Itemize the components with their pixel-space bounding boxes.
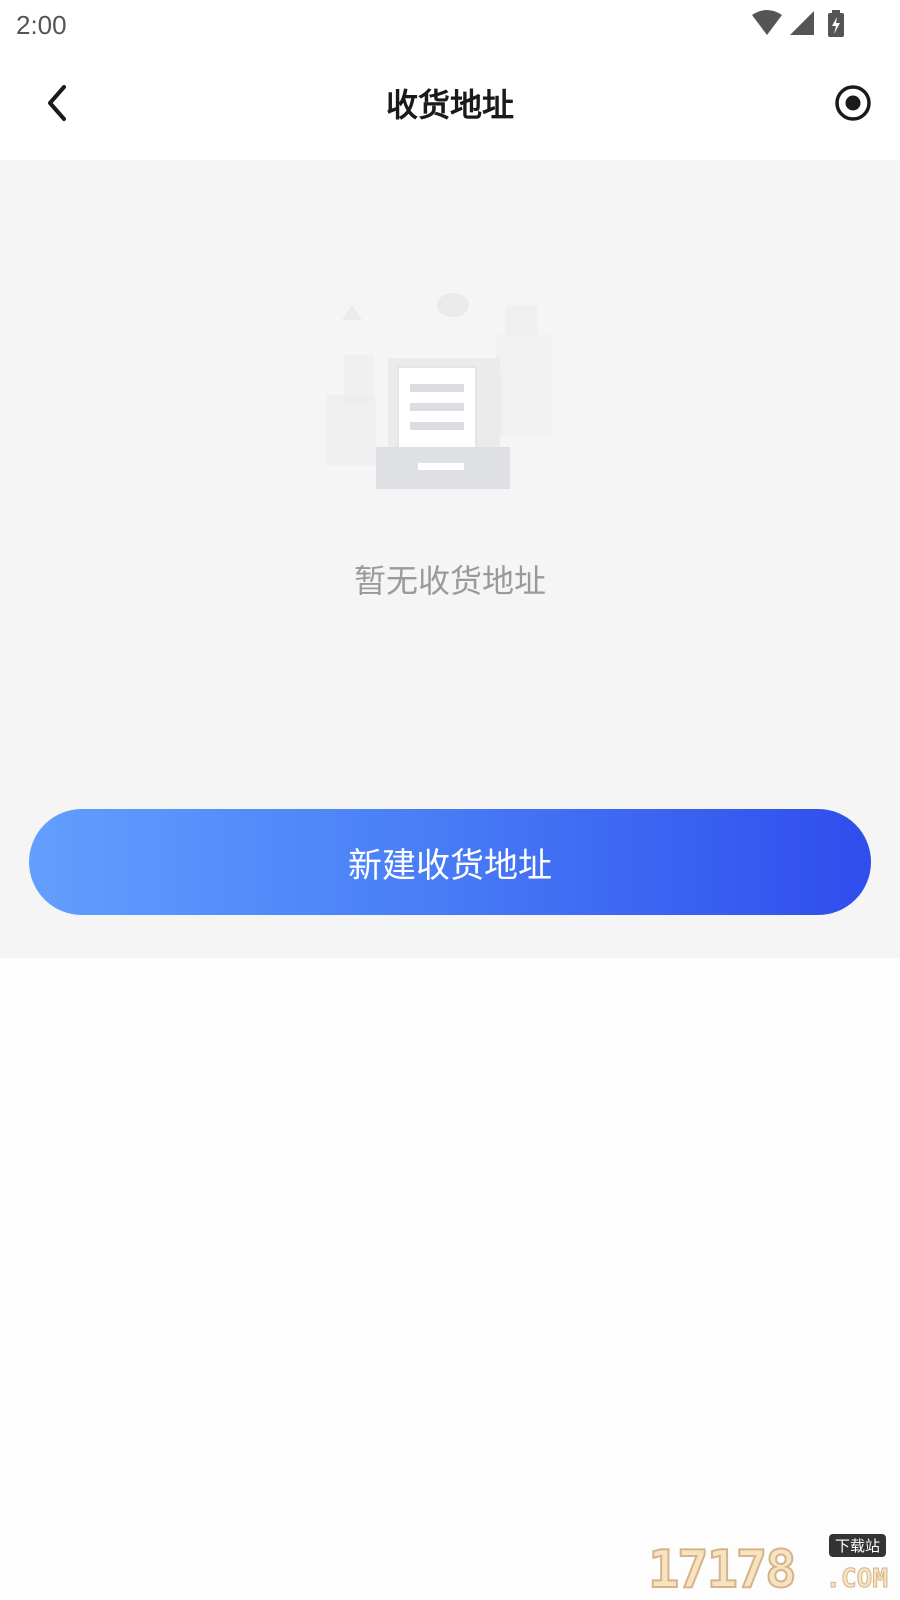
empty-message: 暂无收货地址 xyxy=(353,562,546,600)
cell-signal-icon xyxy=(790,11,814,35)
content-area: 暂无收货地址 新建收货地址 xyxy=(0,160,900,958)
battery-charging-icon xyxy=(828,10,844,37)
status-bar: 2:00 xyxy=(0,0,900,50)
watermark-digits: 17178 xyxy=(647,1540,798,1600)
wifi-icon xyxy=(752,10,782,35)
status-time: 2:00 xyxy=(16,10,67,40)
status-icons xyxy=(750,9,860,39)
record-icon xyxy=(835,85,871,121)
watermark-suffix: .COM xyxy=(825,1564,889,1594)
watermark-logo: 17178 下载站 .COM xyxy=(647,1534,889,1600)
nav-bar: 收货地址 xyxy=(0,50,900,160)
record-button[interactable] xyxy=(830,80,876,126)
empty-document-icon xyxy=(320,285,570,495)
watermark-badge: 下载站 xyxy=(828,1534,886,1557)
new-address-button[interactable]: 新建收货地址 xyxy=(29,809,871,915)
page-title: 收货地址 xyxy=(385,86,514,124)
